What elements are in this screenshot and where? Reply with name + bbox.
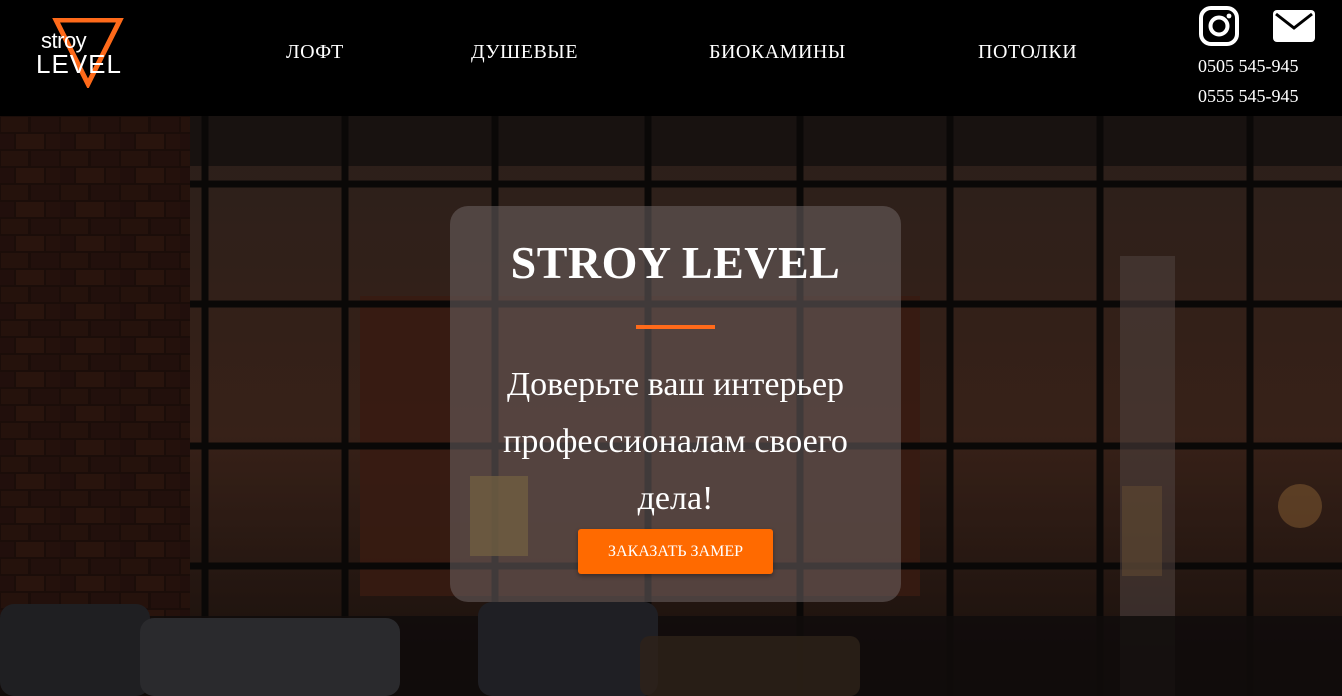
- title-divider: [636, 325, 715, 329]
- hero-tagline: Доверьте ваш интерьер профессионалам сво…: [503, 366, 848, 517]
- phone-link-2[interactable]: 0555 545-945: [1198, 86, 1299, 107]
- contacts: 0505 545-945 0555 545-945: [1198, 3, 1322, 113]
- hero-card: STROY LEVEL Доверьте ваш интерьер профес…: [450, 206, 901, 602]
- nav-item-loft[interactable]: ЛОФТ: [286, 41, 344, 64]
- phone-link-1[interactable]: 0505 545-945: [1198, 56, 1299, 77]
- order-measurement-button[interactable]: ЗАКАЗАТЬ ЗАМЕР: [578, 529, 773, 574]
- site-header: stroy LEVEL ЛОФТ ДУШЕВЫЕ БИОКАМИНЫ ПОТОЛ…: [0, 0, 1342, 116]
- nav-item-ceilings[interactable]: ПОТОЛКИ: [978, 41, 1077, 64]
- hero-title: STROY LEVEL: [510, 237, 841, 288]
- mail-icon[interactable]: [1272, 9, 1316, 43]
- nav-item-biofireplaces[interactable]: БИОКАМИНЫ: [709, 41, 846, 64]
- instagram-icon[interactable]: [1198, 5, 1240, 47]
- nav-item-showers[interactable]: ДУШЕВЫЕ: [471, 41, 578, 64]
- main-nav: ЛОФТ ДУШЕВЫЕ БИОКАМИНЫ ПОТОЛКИ: [0, 41, 1342, 67]
